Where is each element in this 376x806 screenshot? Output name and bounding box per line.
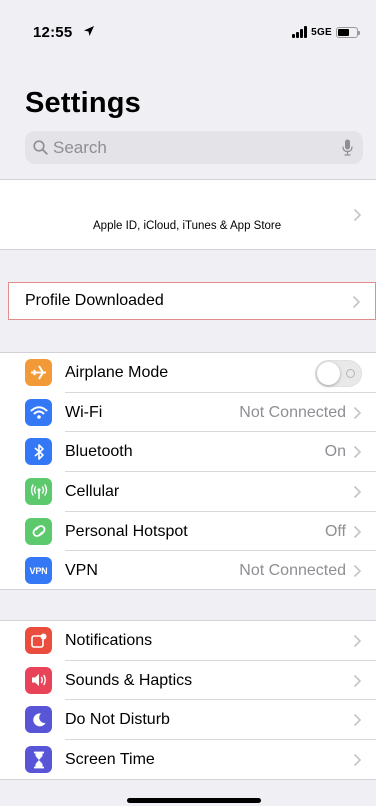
profile-downloaded-label: Profile Downloaded: [25, 292, 164, 309]
chevron-right-icon: [353, 753, 362, 767]
search-input[interactable]: [53, 137, 313, 158]
airplane-icon: [25, 359, 52, 386]
bluetooth-status: On: [324, 443, 346, 461]
sounds-haptics-row[interactable]: Sounds & Haptics: [0, 661, 376, 701]
search-icon: [33, 140, 48, 155]
bluetooth-label: Bluetooth: [65, 443, 133, 461]
connectivity-group: Airplane Mode Wi-Fi Not Connected Blueto…: [0, 352, 376, 590]
screen-time-row[interactable]: Screen Time: [0, 740, 376, 780]
wifi-label: Wi-Fi: [65, 403, 103, 421]
wifi-status: Not Connected: [239, 403, 346, 421]
moon-icon: [25, 706, 52, 734]
location-arrow-icon: [84, 26, 94, 36]
do-not-disturb-row[interactable]: Do Not Disturb: [0, 700, 376, 741]
airplane-mode-toggle[interactable]: [315, 360, 362, 387]
airplane-mode-row[interactable]: Airplane Mode: [0, 353, 376, 393]
apple-id-subtitle: Apple ID, iCloud, iTunes & App Store: [93, 220, 282, 232]
vpn-icon: VPN: [25, 557, 52, 585]
vpn-label: VPN: [65, 562, 98, 580]
vpn-icon-text: VPN: [29, 565, 48, 576]
chevron-right-icon: [353, 565, 362, 578]
network-type: 5GE: [311, 26, 332, 38]
cellular-label: Cellular: [65, 483, 120, 501]
apple-id-row[interactable]: Apple ID, iCloud, iTunes & App Store: [0, 179, 376, 250]
hourglass-icon: [25, 746, 52, 774]
chevron-right-icon: [353, 634, 362, 648]
chevron-right-icon: [353, 208, 362, 222]
cellular-icon: [25, 478, 52, 506]
chevron-right-icon: [353, 485, 362, 499]
status-time: 12:55: [33, 24, 73, 41]
sounds-icon: [25, 666, 52, 694]
notifications-label: Notifications: [65, 632, 153, 649]
home-indicator[interactable]: [127, 798, 261, 803]
vpn-row[interactable]: VPN VPN Not Connected: [0, 551, 376, 591]
chevron-right-icon: [353, 446, 362, 459]
status-bar: 12:55 5GE: [0, 0, 376, 64]
general-group: Notifications Sounds & Haptics Do Not Di…: [0, 620, 376, 780]
microphone-icon[interactable]: [342, 139, 353, 156]
chevron-right-icon: [352, 295, 361, 309]
airplane-mode-label: Airplane Mode: [65, 364, 169, 381]
personal-hotspot-status: Off: [324, 522, 346, 540]
chevron-right-icon: [353, 714, 362, 727]
screen-time-label: Screen Time: [65, 751, 155, 769]
notifications-row[interactable]: Notifications: [0, 621, 376, 661]
bluetooth-row[interactable]: Bluetooth On: [0, 432, 376, 473]
page-title: Settings: [25, 87, 141, 119]
vpn-status: Not Connected: [239, 562, 346, 580]
chevron-right-icon: [353, 674, 362, 687]
personal-hotspot-row[interactable]: Personal Hotspot Off: [0, 512, 376, 552]
profile-downloaded-row[interactable]: Profile Downloaded: [8, 282, 376, 320]
notifications-icon: [25, 627, 52, 654]
chevron-right-icon: [353, 406, 362, 419]
personal-hotspot-label: Personal Hotspot: [65, 522, 188, 540]
search-bar[interactable]: [25, 131, 363, 164]
status-indicators: 5GE: [292, 24, 360, 40]
wifi-row[interactable]: Wi-Fi Not Connected: [0, 393, 376, 433]
sounds-haptics-label: Sounds & Haptics: [65, 671, 193, 689]
do-not-disturb-label: Do Not Disturb: [65, 711, 170, 729]
chevron-right-icon: [353, 525, 362, 538]
bluetooth-icon: [25, 438, 52, 466]
wifi-icon: [25, 398, 52, 426]
cellular-row[interactable]: Cellular: [0, 472, 376, 512]
signal-bars-icon: [292, 26, 308, 38]
battery-icon: [336, 26, 360, 38]
hotspot-icon: [25, 517, 52, 545]
